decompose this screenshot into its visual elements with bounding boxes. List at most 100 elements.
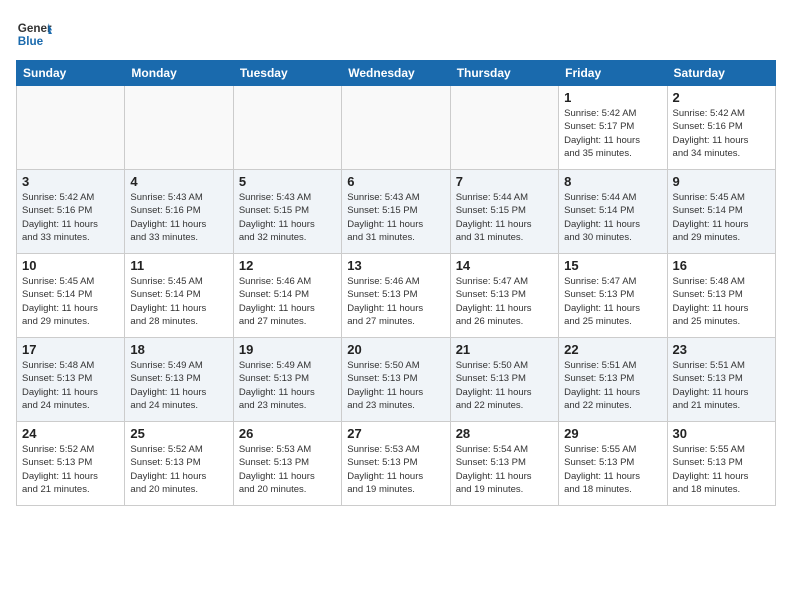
week-row-3: 10 Sunrise: 5:45 AM Sunset: 5:14 PM Dayli… [17,254,776,338]
day-cell [342,86,450,170]
day-cell [233,86,341,170]
day-info: Sunrise: 5:55 AM Sunset: 5:13 PM Dayligh… [673,443,770,496]
day-info: Sunrise: 5:50 AM Sunset: 5:13 PM Dayligh… [347,359,444,412]
day-cell: 27 Sunrise: 5:53 AM Sunset: 5:13 PM Dayli… [342,422,450,506]
day-number: 11 [130,258,227,273]
day-cell: 23 Sunrise: 5:51 AM Sunset: 5:13 PM Dayli… [667,338,775,422]
day-info: Sunrise: 5:50 AM Sunset: 5:13 PM Dayligh… [456,359,553,412]
day-number: 25 [130,426,227,441]
day-cell: 12Sunrise: 5:46 AM Sunset: 5:14 PM Dayli… [233,254,341,338]
day-info: Sunrise: 5:55 AM Sunset: 5:13 PM Dayligh… [564,443,661,496]
day-number: 13 [347,258,444,273]
day-cell: 5 Sunrise: 5:43 AM Sunset: 5:15 PM Daylig… [233,170,341,254]
day-number: 19 [239,342,336,357]
day-cell [450,86,558,170]
col-header-tuesday: Tuesday [233,61,341,86]
col-header-wednesday: Wednesday [342,61,450,86]
day-info: Sunrise: 5:47 AM Sunset: 5:13 PM Dayligh… [456,275,553,328]
day-info: Sunrise: 5:53 AM Sunset: 5:13 PM Dayligh… [347,443,444,496]
week-row-1: 1Sunrise: 5:42 AM Sunset: 5:17 PM Daylig… [17,86,776,170]
day-info: Sunrise: 5:45 AM Sunset: 5:14 PM Dayligh… [22,275,119,328]
day-number: 15 [564,258,661,273]
day-info: Sunrise: 5:48 AM Sunset: 5:13 PM Dayligh… [673,275,770,328]
day-number: 16 [673,258,770,273]
day-info: Sunrise: 5:42 AM Sunset: 5:16 PM Dayligh… [22,191,119,244]
day-info: Sunrise: 5:43 AM Sunset: 5:16 PM Dayligh… [130,191,227,244]
day-number: 26 [239,426,336,441]
day-cell: 10 Sunrise: 5:45 AM Sunset: 5:14 PM Dayli… [17,254,125,338]
day-cell: 1Sunrise: 5:42 AM Sunset: 5:17 PM Daylig… [559,86,667,170]
day-info: Sunrise: 5:52 AM Sunset: 5:13 PM Dayligh… [22,443,119,496]
day-cell: 22Sunrise: 5:51 AM Sunset: 5:13 PM Dayli… [559,338,667,422]
day-cell: 20 Sunrise: 5:50 AM Sunset: 5:13 PM Dayli… [342,338,450,422]
day-cell: 11 Sunrise: 5:45 AM Sunset: 5:14 PM Dayli… [125,254,233,338]
day-cell: 7 Sunrise: 5:44 AM Sunset: 5:15 PM Daylig… [450,170,558,254]
day-info: Sunrise: 5:42 AM Sunset: 5:17 PM Dayligh… [564,107,661,160]
col-header-monday: Monday [125,61,233,86]
day-number: 18 [130,342,227,357]
day-info: Sunrise: 5:46 AM Sunset: 5:13 PM Dayligh… [347,275,444,328]
day-number: 23 [673,342,770,357]
col-header-sunday: Sunday [17,61,125,86]
day-info: Sunrise: 5:47 AM Sunset: 5:13 PM Dayligh… [564,275,661,328]
week-row-4: 17 Sunrise: 5:48 AM Sunset: 5:13 PM Dayli… [17,338,776,422]
day-cell: 29 Sunrise: 5:55 AM Sunset: 5:13 PM Dayli… [559,422,667,506]
svg-text:Blue: Blue [18,35,44,48]
day-number: 5 [239,174,336,189]
col-header-thursday: Thursday [450,61,558,86]
day-cell: 25 Sunrise: 5:52 AM Sunset: 5:13 PM Dayli… [125,422,233,506]
day-cell: 18 Sunrise: 5:49 AM Sunset: 5:13 PM Dayli… [125,338,233,422]
day-cell: 28 Sunrise: 5:54 AM Sunset: 5:13 PM Dayli… [450,422,558,506]
day-info: Sunrise: 5:45 AM Sunset: 5:14 PM Dayligh… [130,275,227,328]
day-cell: 9 Sunrise: 5:45 AM Sunset: 5:14 PM Daylig… [667,170,775,254]
day-info: Sunrise: 5:53 AM Sunset: 5:13 PM Dayligh… [239,443,336,496]
day-cell: 17 Sunrise: 5:48 AM Sunset: 5:13 PM Dayli… [17,338,125,422]
day-number: 8 [564,174,661,189]
day-info: Sunrise: 5:54 AM Sunset: 5:13 PM Dayligh… [456,443,553,496]
day-cell: 4 Sunrise: 5:43 AM Sunset: 5:16 PM Daylig… [125,170,233,254]
day-info: Sunrise: 5:51 AM Sunset: 5:13 PM Dayligh… [673,359,770,412]
day-cell: 13 Sunrise: 5:46 AM Sunset: 5:13 PM Dayli… [342,254,450,338]
week-row-5: 24 Sunrise: 5:52 AM Sunset: 5:13 PM Dayli… [17,422,776,506]
day-cell: 24 Sunrise: 5:52 AM Sunset: 5:13 PM Dayli… [17,422,125,506]
day-info: Sunrise: 5:45 AM Sunset: 5:14 PM Dayligh… [673,191,770,244]
day-cell: 2 Sunrise: 5:42 AM Sunset: 5:16 PM Daylig… [667,86,775,170]
day-number: 2 [673,90,770,105]
day-number: 4 [130,174,227,189]
day-info: Sunrise: 5:44 AM Sunset: 5:15 PM Dayligh… [456,191,553,244]
logo: General Blue [16,16,52,52]
header-row: SundayMondayTuesdayWednesdayThursdayFrid… [17,61,776,86]
day-info: Sunrise: 5:43 AM Sunset: 5:15 PM Dayligh… [347,191,444,244]
day-number: 30 [673,426,770,441]
day-info: Sunrise: 5:52 AM Sunset: 5:13 PM Dayligh… [130,443,227,496]
day-cell [17,86,125,170]
day-number: 29 [564,426,661,441]
day-number: 21 [456,342,553,357]
day-number: 24 [22,426,119,441]
day-number: 6 [347,174,444,189]
day-number: 9 [673,174,770,189]
day-number: 20 [347,342,444,357]
day-number: 22 [564,342,661,357]
day-number: 3 [22,174,119,189]
day-cell: 30 Sunrise: 5:55 AM Sunset: 5:13 PM Dayli… [667,422,775,506]
day-number: 27 [347,426,444,441]
col-header-saturday: Saturday [667,61,775,86]
day-cell: 16 Sunrise: 5:48 AM Sunset: 5:13 PM Dayli… [667,254,775,338]
day-cell: 15 Sunrise: 5:47 AM Sunset: 5:13 PM Dayli… [559,254,667,338]
day-number: 10 [22,258,119,273]
col-header-friday: Friday [559,61,667,86]
day-info: Sunrise: 5:43 AM Sunset: 5:15 PM Dayligh… [239,191,336,244]
day-number: 28 [456,426,553,441]
day-info: Sunrise: 5:49 AM Sunset: 5:13 PM Dayligh… [130,359,227,412]
week-row-2: 3 Sunrise: 5:42 AM Sunset: 5:16 PM Daylig… [17,170,776,254]
day-info: Sunrise: 5:42 AM Sunset: 5:16 PM Dayligh… [673,107,770,160]
day-cell: 19Sunrise: 5:49 AM Sunset: 5:13 PM Dayli… [233,338,341,422]
calendar-table: SundayMondayTuesdayWednesdayThursdayFrid… [16,60,776,506]
day-cell: 14Sunrise: 5:47 AM Sunset: 5:13 PM Dayli… [450,254,558,338]
day-info: Sunrise: 5:48 AM Sunset: 5:13 PM Dayligh… [22,359,119,412]
day-number: 12 [239,258,336,273]
day-number: 7 [456,174,553,189]
day-number: 17 [22,342,119,357]
day-cell: 3 Sunrise: 5:42 AM Sunset: 5:16 PM Daylig… [17,170,125,254]
